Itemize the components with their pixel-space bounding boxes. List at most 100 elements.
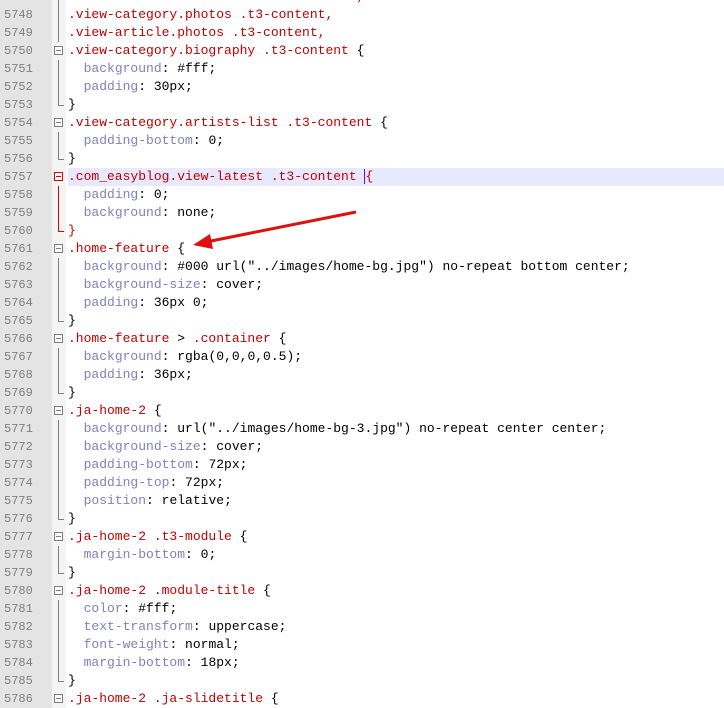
fold-margin [52, 672, 66, 690]
token: margin-bottom [83, 655, 186, 670]
fold-toggle-icon[interactable] [54, 172, 63, 181]
code-line[interactable]: 5782 text-transform: uppercase; [0, 618, 724, 636]
code-line[interactable]: 5774 padding-top: 72px; [0, 474, 724, 492]
fold-margin[interactable] [52, 402, 66, 420]
code-line[interactable]: 5784 margin-bottom: 18px; [0, 654, 724, 672]
fold-margin [52, 474, 66, 492]
token: } [68, 565, 76, 580]
fold-margin [52, 438, 66, 456]
code-line[interactable]: 5766 .home-feature > .container { [0, 330, 724, 348]
code-text: padding: 36px 0; [68, 294, 724, 312]
code-line[interactable]: 5770 .ja-home-2 { [0, 402, 724, 420]
code-line[interactable]: 5765} [0, 312, 724, 330]
code-line[interactable]: 5764 padding: 36px 0; [0, 294, 724, 312]
code-line[interactable]: 5760} [0, 222, 724, 240]
code-line[interactable]: 5778 margin-bottom: 0; [0, 546, 724, 564]
token: .com_easyblog.view-latest .t3-content [68, 169, 365, 184]
fold-margin[interactable] [52, 42, 66, 60]
code-line[interactable]: 5758 padding: 0; [0, 186, 724, 204]
code-line[interactable]: 5767 background: rgba(0,0,0,0.5); [0, 348, 724, 366]
token: background [83, 349, 162, 364]
token: { [177, 241, 186, 256]
token: .ja-home-2 .ja-slidetitle [68, 691, 271, 706]
fold-margin [52, 276, 66, 294]
code-line[interactable]: 5759 background: none; [0, 204, 724, 222]
code-line[interactable]: 5779} [0, 564, 724, 582]
code-line[interactable]: 5748 .view-category.photos .t3-content, [0, 6, 724, 24]
fold-margin[interactable] [52, 582, 66, 600]
code-line[interactable]: 5768 padding: 36px; [0, 366, 724, 384]
token: color [83, 601, 123, 616]
token: > [177, 331, 193, 346]
code-line[interactable]: 5755 padding-bottom: 0; [0, 132, 724, 150]
code-line[interactable]: 5756} [0, 150, 724, 168]
code-line[interactable]: 5771 background: url("../images/home-bg-… [0, 420, 724, 438]
token: .view-category.photos .t3-content, [68, 7, 334, 22]
fold-toggle-icon[interactable] [54, 586, 63, 595]
code-editor[interactable]: 5747.view-article.albums-list .t3-conten… [0, 0, 724, 708]
code-line[interactable]: 5750 .view-category.biography .t3-content… [0, 42, 724, 60]
fold-toggle-icon[interactable] [54, 118, 63, 127]
code-text: background: #000 url("../images/home-bg.… [68, 258, 724, 276]
code-line[interactable]: 5780 .ja-home-2 .module-title { [0, 582, 724, 600]
fold-toggle-icon[interactable] [54, 694, 63, 703]
code-line[interactable]: 5749 .view-article.photos .t3-content, [0, 24, 724, 42]
fold-line-icon [58, 60, 59, 78]
code-line[interactable]: 5752 padding: 30px; [0, 78, 724, 96]
code-text: } [68, 96, 724, 114]
code-line[interactable]: 5754 .view-category.artists-list .t3-cont… [0, 114, 724, 132]
code-line[interactable]: 5751 background: #fff; [0, 60, 724, 78]
fold-toggle-icon[interactable] [54, 46, 63, 55]
code-text: background: #fff; [68, 60, 724, 78]
fold-margin[interactable] [52, 114, 66, 132]
code-line[interactable]: 5763 background-size: cover; [0, 276, 724, 294]
code-line[interactable]: 5776} [0, 510, 724, 528]
line-number: 5762 [0, 258, 52, 276]
line-number: 5756 [0, 150, 52, 168]
code-line[interactable]: 5761 .home-feature { [0, 240, 724, 258]
fold-margin[interactable] [52, 330, 66, 348]
code-line[interactable]: 5783 font-weight: normal; [0, 636, 724, 654]
fold-margin [52, 294, 66, 312]
code-line[interactable]: 5772 background-size: cover; [0, 438, 724, 456]
fold-line-icon [58, 348, 59, 366]
code-line[interactable]: 5777 .ja-home-2 .t3-module { [0, 528, 724, 546]
code-text: } [68, 510, 724, 528]
token: ; [161, 187, 170, 202]
token: .home-feature [68, 331, 178, 346]
fold-end-icon [58, 510, 64, 520]
fold-toggle-icon[interactable] [54, 334, 63, 343]
token: ; [208, 61, 217, 76]
code-line[interactable]: 5769} [0, 384, 724, 402]
fold-margin[interactable] [52, 240, 66, 258]
fold-toggle-icon[interactable] [54, 406, 63, 415]
code-line[interactable]: 5781 color: #fff; [0, 600, 724, 618]
token: { [380, 115, 388, 130]
code-line[interactable]: 5786 .ja-home-2 .ja-slidetitle { [0, 690, 724, 708]
line-number: 5782 [0, 618, 52, 636]
code-text: .ja-home-2 .ja-slidetitle { [68, 690, 724, 708]
fold-margin[interactable] [52, 528, 66, 546]
code-line[interactable]: 5762 background: #000 url("../images/hom… [0, 258, 724, 276]
fold-margin[interactable] [52, 690, 66, 708]
fold-line-icon [58, 546, 59, 564]
code-line[interactable]: 5757 .com_easyblog.view-latest .t3-conten… [0, 168, 724, 186]
token: .view-category.biography .t3-content [68, 43, 357, 58]
code-line[interactable]: 5775 position: relative; [0, 492, 724, 510]
code-line[interactable]: 5785} [0, 672, 724, 690]
code-line[interactable]: 5753} [0, 96, 724, 114]
token: { [364, 169, 374, 184]
fold-toggle-icon[interactable] [54, 532, 63, 541]
code-text: .ja-home-2 { [68, 402, 724, 420]
code-text: } [68, 150, 724, 168]
code-text: color: #fff; [68, 600, 724, 618]
line-number: 5766 [0, 330, 52, 348]
token: : [169, 637, 186, 652]
code-line[interactable]: 5773 padding-bottom: 72px; [0, 456, 724, 474]
fold-margin[interactable] [52, 168, 66, 186]
code-text: .view-category.photos .t3-content, [68, 6, 724, 24]
fold-toggle-icon[interactable] [54, 244, 63, 253]
